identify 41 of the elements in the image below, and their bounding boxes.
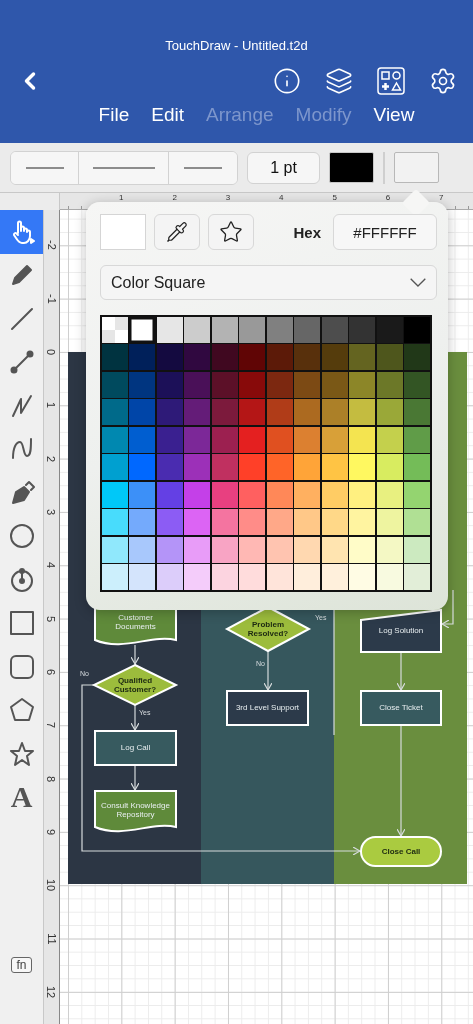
ruler-number: 5	[45, 615, 58, 622]
ruler-number: 6	[45, 668, 58, 676]
ruler-number: 0	[45, 348, 58, 356]
ruler-number: -1	[45, 293, 58, 304]
ruler-number: 6	[385, 193, 391, 204]
node-label: Problem Resolved?	[246, 619, 290, 639]
ruler-number: 5	[332, 193, 337, 204]
ruler-number: 7	[439, 193, 444, 204]
node-label: Log Solution	[378, 626, 424, 636]
menu-item[interactable]: File	[98, 104, 130, 126]
ruler-number: 1	[119, 193, 124, 204]
ruler-number: 8	[45, 775, 58, 782]
fn-key[interactable]: fn	[11, 957, 32, 973]
ruler-number: 10	[45, 879, 58, 892]
line-width-button[interactable]: 1 pt	[247, 151, 320, 184]
ruler-number: -2	[45, 240, 58, 251]
node-label: Qualified Customer?	[112, 675, 158, 695]
ruler-number: 9	[45, 828, 58, 835]
tool-button[interactable]: A	[0, 775, 43, 819]
ruler-number: 3	[45, 508, 58, 516]
ruler-number: 2	[172, 193, 177, 204]
ruler-number: 2	[45, 455, 58, 462]
hex-field[interactable]: #FFFFFF	[333, 214, 437, 250]
ruler-number: 7	[45, 722, 58, 729]
node-label: Customer Documents	[114, 612, 157, 632]
node-label: Log Call	[120, 743, 151, 753]
node-label: Close Ticket	[379, 703, 423, 713]
ruler-number: 1	[45, 402, 58, 409]
ruler-number: 12	[45, 985, 58, 999]
menu-item[interactable]: View	[373, 104, 415, 126]
ruler-number: 11	[45, 932, 58, 945]
hex-label: Hex	[293, 223, 321, 241]
node-label: 3rd Level Support	[235, 703, 300, 713]
ruler-number: 3	[225, 193, 231, 204]
ruler-number: 4	[45, 562, 58, 569]
window-title: TouchDraw - Untitled.t2d	[165, 38, 308, 54]
menu-item[interactable]: Edit	[151, 104, 184, 126]
ruler-number: 4	[279, 193, 284, 204]
node-label: Close Call	[381, 846, 421, 857]
mode-dropdown[interactable]: Color Square	[100, 265, 437, 300]
node-label: Consult Knowledge Repository	[100, 800, 171, 820]
